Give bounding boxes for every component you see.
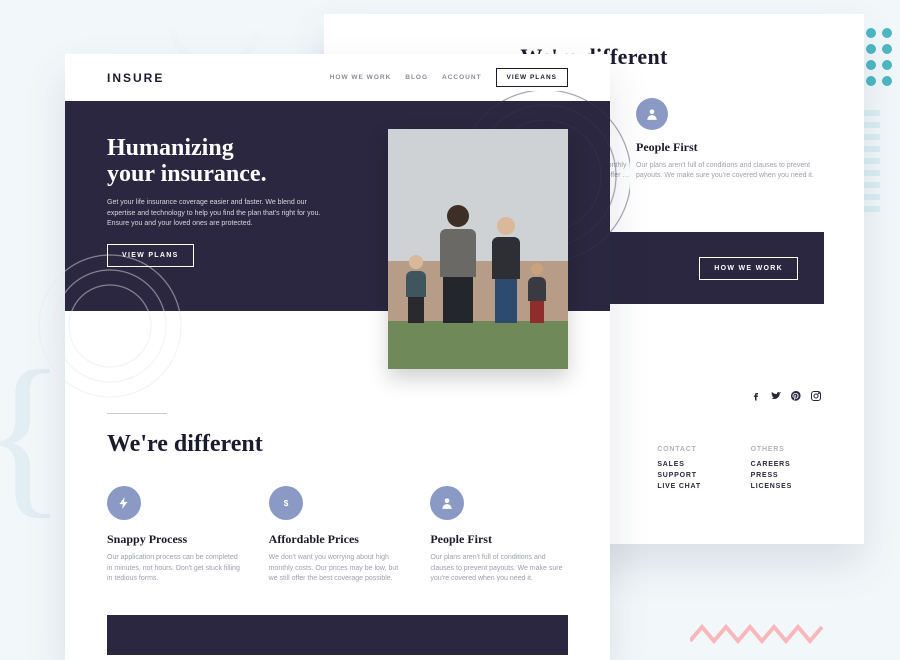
instagram-icon[interactable] xyxy=(810,390,822,402)
dollar-icon: $ xyxy=(269,486,303,520)
feature-title: Snappy Process xyxy=(107,532,245,547)
footer-link[interactable]: SUPPORT xyxy=(657,472,730,479)
footer-link[interactable]: CAREERS xyxy=(751,461,824,468)
features-heading: We're different xyxy=(107,431,568,458)
pinterest-icon[interactable] xyxy=(790,390,802,402)
how-we-work-button[interactable]: HOW WE WORK xyxy=(699,257,798,280)
facebook-icon[interactable] xyxy=(750,390,762,402)
footer-col-others: OTHERS CAREERS PRESS LICENSES xyxy=(751,446,824,494)
person-icon xyxy=(636,98,668,130)
social-icons-row xyxy=(750,390,822,402)
deco-zigzag xyxy=(690,623,830,645)
nav-link-blog[interactable]: BLOG xyxy=(405,74,428,81)
footer-link[interactable]: LIVE CHAT xyxy=(657,483,730,490)
feature-snappy-process: Snappy Process Our application process c… xyxy=(107,486,245,585)
bolt-icon xyxy=(107,486,141,520)
person-icon xyxy=(430,486,464,520)
brand-logo[interactable]: INSURE xyxy=(107,71,164,85)
feature-body: We don't want you worrying about high mo… xyxy=(269,553,407,585)
feature-people-first: People First Our plans aren't full of co… xyxy=(430,486,568,585)
feature-body: Our plans aren't full of conditions and … xyxy=(430,553,568,585)
hero-title: Humanizing your insurance. xyxy=(107,135,337,188)
nav-link-account[interactable]: ACCOUNT xyxy=(442,74,482,81)
hero-section: Humanizing your insurance. Get your life… xyxy=(65,101,610,311)
back-feature-body: Our plans aren't full of conditions and … xyxy=(636,161,826,181)
twitter-icon[interactable] xyxy=(770,390,782,402)
footer-col-contact: CONTACT SALES SUPPORT LIVE CHAT xyxy=(657,446,730,494)
footer-link[interactable]: SALES xyxy=(657,461,730,468)
mockup-front-card: INSURE HOW WE WORK BLOG ACCOUNT VIEW PLA… xyxy=(65,54,610,660)
hero-view-plans-button[interactable]: VIEW PLANS xyxy=(107,244,194,267)
hero-family-image xyxy=(388,129,568,369)
feature-title: Affordable Prices xyxy=(269,532,407,547)
nav-view-plans-button[interactable]: VIEW PLANS xyxy=(496,68,568,87)
back-feature-people-first: People First Our plans aren't full of co… xyxy=(636,98,826,181)
back-feature-title: People First xyxy=(636,140,826,155)
feature-title: People First xyxy=(430,532,568,547)
hero-body: Get your life insurance coverage easier … xyxy=(107,198,332,231)
svg-text:$: $ xyxy=(283,499,288,508)
footer-link[interactable]: LICENSES xyxy=(751,483,824,490)
front-cta-banner-peek xyxy=(107,615,568,655)
feature-affordable-prices: $ Affordable Prices We don't want you wo… xyxy=(269,486,407,585)
footer-link[interactable]: PRESS xyxy=(751,472,824,479)
nav-link-how-we-work[interactable]: HOW WE WORK xyxy=(330,74,392,81)
feature-body: Our application process can be completed… xyxy=(107,553,245,585)
